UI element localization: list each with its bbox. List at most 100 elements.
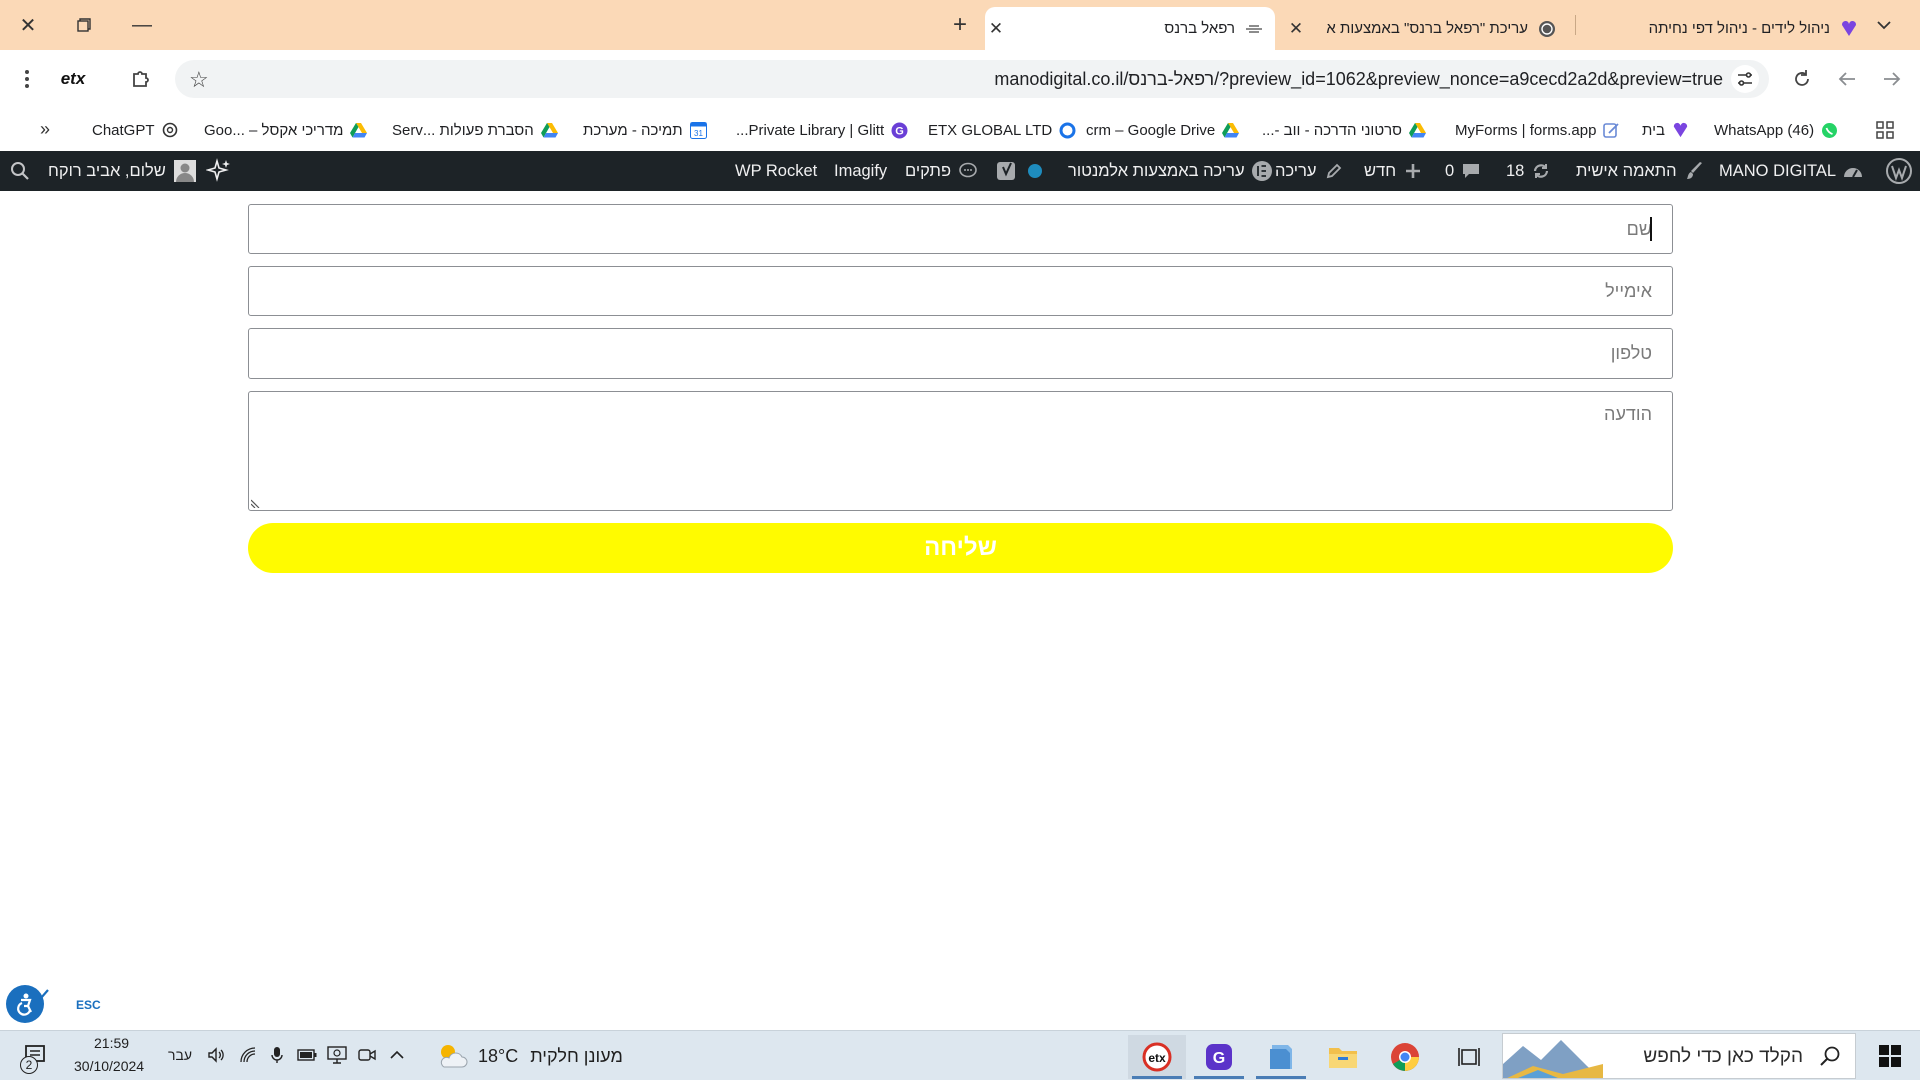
bookmark-etx-global[interactable]: ETX GLOBAL LTD bbox=[928, 118, 1076, 142]
restore-window-button[interactable] bbox=[66, 10, 102, 40]
elementor-edit-menu[interactable]: עריכה באמצעות אלמנטור bbox=[1068, 151, 1273, 191]
clock-time[interactable]: 21:59 bbox=[94, 1035, 129, 1051]
forward-button[interactable] bbox=[1877, 64, 1907, 94]
svg-text:etx: etx bbox=[1148, 1051, 1166, 1065]
paintbrush-icon bbox=[1683, 160, 1705, 182]
taskbar-app-file-explorer[interactable] bbox=[1314, 1035, 1372, 1079]
name-field[interactable] bbox=[248, 204, 1673, 254]
reload-button[interactable] bbox=[1787, 64, 1817, 94]
svg-text:G: G bbox=[1213, 1050, 1225, 1067]
tab-rafael-barnes[interactable]: רפאל ברנס ✕ bbox=[985, 7, 1275, 50]
clock-date[interactable]: 30/10/2024 bbox=[74, 1058, 144, 1074]
partly-cloudy-icon bbox=[440, 1045, 468, 1068]
name-input[interactable] bbox=[249, 205, 1672, 253]
phone-input[interactable] bbox=[249, 329, 1672, 378]
input-language[interactable]: עבר bbox=[168, 1047, 192, 1063]
bookmark-whatsapp[interactable]: (46) WhatsApp bbox=[1714, 118, 1838, 142]
bookmarks-bar: » ChatGPT מדריכי אקסל – ...Goo הסברת פעו… bbox=[0, 108, 1920, 151]
chevron-down-icon bbox=[1877, 21, 1891, 30]
more-bookmarks-button[interactable]: » bbox=[30, 114, 60, 144]
whatsapp-icon bbox=[1821, 122, 1838, 139]
bookmark-home[interactable]: בית bbox=[1642, 118, 1689, 142]
browser-tab-strip: ✕ — + רפאל ברנס ✕ עריכת "רפאל ברנס" באמצ… bbox=[0, 0, 1920, 50]
close-window-button[interactable]: ✕ bbox=[10, 10, 46, 40]
bookmark-service-actions[interactable]: הסברת פעולות ...Serv bbox=[392, 118, 558, 142]
apps-grid-button[interactable] bbox=[1876, 118, 1894, 142]
url-text[interactable]: manodigital.co.il/רפאל-ברנס/?preview_id=… bbox=[994, 69, 1723, 90]
tab-elementor-edit[interactable]: עריכת "רפאל ברנס" באמצעות א ✕ bbox=[1285, 7, 1568, 50]
user-icon bbox=[175, 163, 194, 182]
etx-app-icon: etx bbox=[1142, 1042, 1172, 1072]
esc-label[interactable]: ESC bbox=[76, 998, 101, 1012]
wp-rocket-menu[interactable]: WP Rocket bbox=[735, 151, 817, 191]
google-drive-icon bbox=[350, 122, 368, 139]
folder-icon bbox=[1329, 1048, 1357, 1068]
imagify-menu[interactable]: Imagify bbox=[834, 151, 887, 191]
message-field[interactable] bbox=[248, 391, 1673, 511]
microphone-icon[interactable] bbox=[267, 1045, 287, 1065]
wordpress-logo-menu[interactable] bbox=[1886, 151, 1912, 191]
resize-grip-icon[interactable] bbox=[251, 498, 261, 508]
bookmark-crm-drive[interactable]: crm – Google Drive bbox=[1086, 118, 1240, 142]
meet-now-icon[interactable] bbox=[357, 1045, 377, 1065]
network-icon[interactable] bbox=[238, 1045, 258, 1065]
snippets-menu[interactable]: פתקים bbox=[905, 151, 979, 191]
google-drive-icon bbox=[1222, 122, 1240, 139]
bookmark-chatgpt[interactable]: ChatGPT bbox=[92, 118, 179, 142]
google-drive-icon bbox=[1408, 122, 1426, 139]
etx-extension-button[interactable]: etx bbox=[56, 64, 90, 94]
bookmark-excel-guides[interactable]: מדריכי אקסל – ...Goo bbox=[204, 118, 368, 142]
show-hidden-icons-button[interactable] bbox=[386, 1045, 408, 1065]
site-info-button[interactable] bbox=[1731, 65, 1759, 93]
dashboard-gauge-icon bbox=[1842, 160, 1864, 182]
customize-menu[interactable]: התאמה אישית bbox=[1576, 151, 1705, 191]
tab-lead-management[interactable]: ניהול לידים - ניהול דפי נחיתה bbox=[1590, 7, 1866, 50]
seo-status-menu[interactable] bbox=[996, 151, 1042, 191]
minimize-window-button[interactable]: — bbox=[124, 10, 160, 40]
start-button[interactable] bbox=[1866, 1035, 1914, 1077]
message-textarea[interactable] bbox=[249, 392, 1672, 510]
new-tab-button[interactable]: + bbox=[942, 10, 978, 40]
tab-search-button[interactable] bbox=[1866, 10, 1902, 40]
bookmark-glitter-library[interactable]: G Private Library | Glitt... bbox=[736, 118, 908, 142]
extensions-button[interactable] bbox=[126, 64, 156, 94]
heart-logo-icon bbox=[1672, 122, 1689, 139]
my-account-menu[interactable]: שלום, אביב רוקח bbox=[48, 151, 196, 191]
updates-menu[interactable]: 18 bbox=[1506, 151, 1552, 191]
comments-menu[interactable]: 0 bbox=[1445, 151, 1482, 191]
edit-page-menu[interactable]: עריכה bbox=[1275, 151, 1345, 191]
wp-admin-bar: שלום, אביב רוקח WP Rocket Imagify פתקים … bbox=[0, 151, 1920, 191]
remote-desktop-icon[interactable] bbox=[326, 1045, 348, 1065]
bookmark-support-system[interactable]: 31 תמיכה - מערכת bbox=[583, 118, 707, 142]
ai-assistant-button[interactable] bbox=[206, 151, 232, 191]
yoast-icon bbox=[996, 160, 1018, 182]
admin-search-button[interactable] bbox=[10, 151, 30, 191]
email-input[interactable] bbox=[249, 267, 1672, 315]
close-tab-icon[interactable]: ✕ bbox=[985, 18, 1007, 40]
bookmark-tutorial-videos[interactable]: סרטוני הדרכה - ווב -... bbox=[1262, 118, 1426, 142]
battery-icon[interactable] bbox=[296, 1045, 318, 1065]
weather-widget[interactable]: 18°C מעונן חלקית bbox=[436, 1037, 636, 1075]
phone-field[interactable] bbox=[248, 328, 1673, 379]
notes-app-icon bbox=[1270, 1045, 1292, 1069]
taskbar-app-chrome[interactable] bbox=[1376, 1035, 1434, 1079]
address-bar[interactable]: ☆ manodigital.co.il/רפאל-ברנס/?preview_i… bbox=[175, 60, 1769, 98]
menu-button[interactable] bbox=[12, 64, 42, 94]
submit-button[interactable]: שליחה bbox=[248, 523, 1673, 573]
bookmark-star-icon[interactable]: ☆ bbox=[189, 67, 209, 93]
volume-icon[interactable] bbox=[206, 1045, 226, 1065]
taskbar-app-etx[interactable]: etx bbox=[1128, 1035, 1186, 1079]
back-button[interactable] bbox=[1832, 64, 1862, 94]
task-view-button[interactable] bbox=[1440, 1035, 1498, 1079]
email-field[interactable] bbox=[248, 266, 1673, 316]
taskbar-search-box[interactable]: הקלד כאן כדי לחפש bbox=[1502, 1033, 1856, 1079]
site-name-menu[interactable]: MANO DIGITAL bbox=[1719, 151, 1864, 191]
new-content-menu[interactable]: חדש bbox=[1364, 151, 1424, 191]
taskbar-app-notes[interactable] bbox=[1252, 1035, 1310, 1079]
text-caret bbox=[1650, 217, 1652, 241]
plus-icon bbox=[1402, 160, 1424, 182]
taskbar-app-glitter[interactable]: G bbox=[1190, 1035, 1248, 1079]
grid-icon bbox=[1876, 121, 1894, 139]
close-tab-icon[interactable]: ✕ bbox=[1285, 18, 1307, 40]
bookmark-myforms[interactable]: MyForms | forms.app bbox=[1455, 118, 1620, 142]
